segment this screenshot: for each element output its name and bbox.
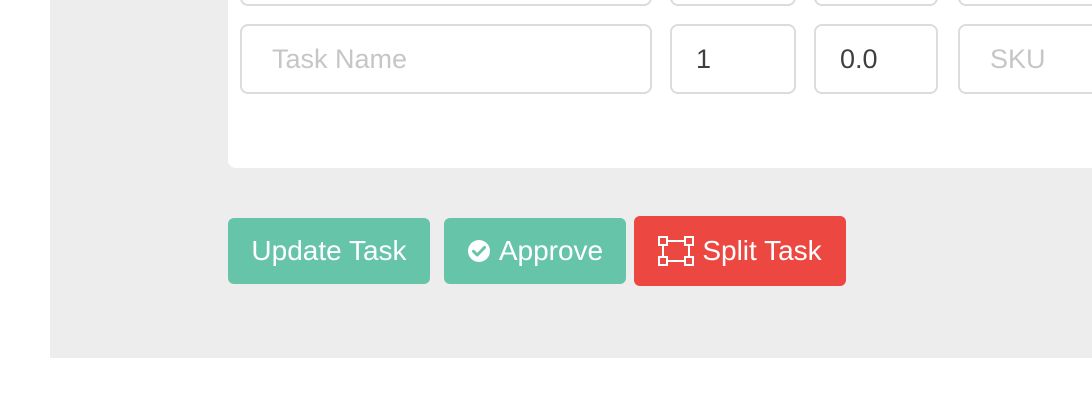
- price-input[interactable]: [814, 24, 938, 94]
- split-task-button[interactable]: Split Task: [634, 216, 846, 286]
- approve-label: Approve: [498, 235, 604, 266]
- quantity-input[interactable]: [670, 24, 796, 94]
- split-task-label: Split Task: [702, 235, 822, 266]
- vector-square-icon: [658, 236, 695, 266]
- approve-button[interactable]: Approve: [444, 218, 626, 284]
- task-name-input-previous[interactable]: [240, 0, 652, 6]
- quantity-input-previous[interactable]: [670, 0, 796, 6]
- price-input-previous[interactable]: [814, 0, 938, 6]
- sku-input-previous[interactable]: [958, 0, 1092, 6]
- task-name-input[interactable]: [240, 24, 652, 94]
- update-task-button[interactable]: Update Task: [228, 218, 430, 284]
- update-task-label: Update Task: [251, 235, 407, 266]
- check-circle-icon: [467, 239, 491, 263]
- sku-input[interactable]: [958, 24, 1092, 94]
